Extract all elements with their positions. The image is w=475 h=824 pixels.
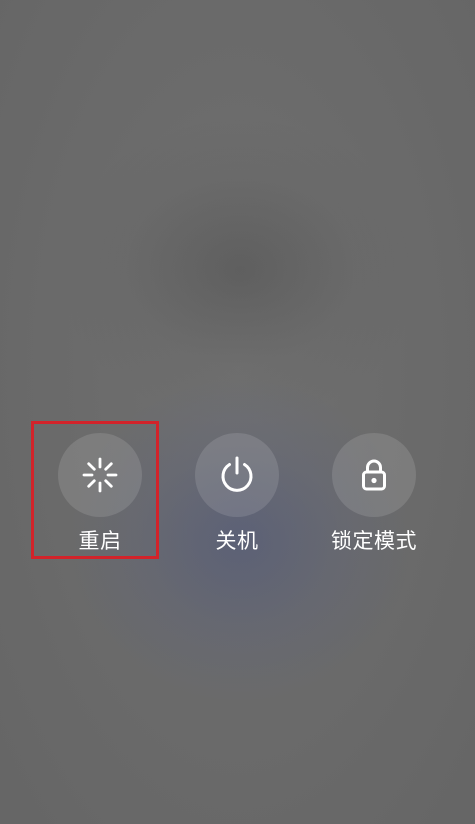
background-vignette xyxy=(0,0,475,824)
power-menu-screen: 重启 关机 锁定模式 xyxy=(0,0,475,824)
shutdown-button[interactable]: 关机 xyxy=(177,433,297,552)
lock-icon xyxy=(362,459,386,491)
lockdown-mode-button[interactable]: 锁定模式 xyxy=(314,433,434,552)
lockdown-button-circle[interactable] xyxy=(332,433,416,517)
shutdown-label: 关机 xyxy=(215,529,259,553)
power-actions: 重启 关机 锁定模式 xyxy=(0,433,475,563)
lockdown-label: 锁定模式 xyxy=(331,529,417,553)
restart-label: 重启 xyxy=(78,529,122,553)
shutdown-button-circle[interactable] xyxy=(195,433,279,517)
restart-button[interactable]: 重启 xyxy=(40,433,160,552)
power-icon xyxy=(221,456,253,492)
restart-spinner-icon xyxy=(82,457,118,493)
restart-button-circle[interactable] xyxy=(58,433,142,517)
